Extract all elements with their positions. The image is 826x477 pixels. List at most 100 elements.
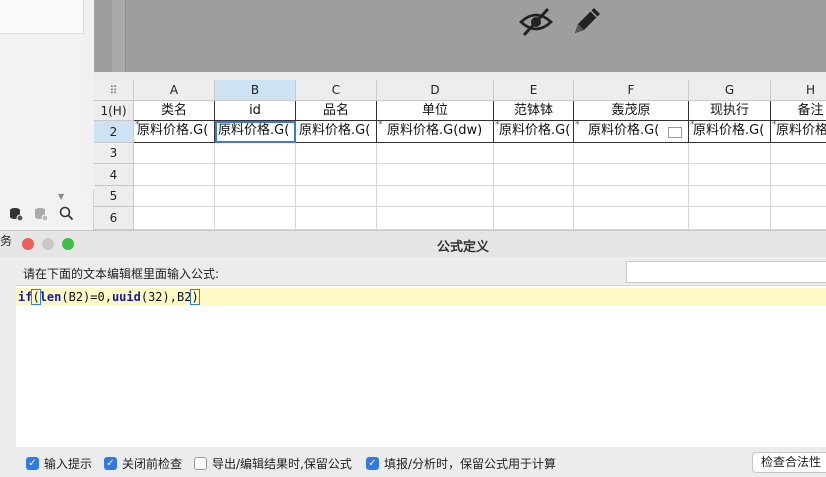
empty-cell[interactable] — [771, 143, 826, 164]
empty-cell[interactable] — [377, 207, 494, 230]
check-validity-button[interactable]: 检查合法性 — [752, 452, 826, 473]
header-cell[interactable]: id — [215, 101, 296, 121]
left-panel: ▼ — [0, 0, 94, 230]
checkbox-checked-icon[interactable]: ✓ — [366, 457, 379, 470]
empty-cell[interactable] — [494, 143, 574, 164]
empty-cell[interactable] — [296, 143, 377, 164]
function-search-input[interactable] — [626, 261, 826, 283]
empty-cell[interactable] — [689, 164, 771, 186]
empty-cell[interactable] — [215, 207, 296, 230]
empty-cell[interactable] — [377, 186, 494, 207]
empty-cell[interactable] — [771, 186, 826, 207]
header-cell[interactable]: 备注 — [771, 101, 826, 121]
column-header-e[interactable]: E — [494, 80, 574, 101]
empty-cell[interactable] — [377, 164, 494, 186]
checkbox-label: 导出/编辑结果时,保留公式 — [212, 457, 352, 471]
search-icon[interactable] — [59, 206, 74, 225]
cell-marker-icon: * — [690, 121, 695, 130]
empty-cell[interactable] — [296, 186, 377, 207]
empty-cell[interactable] — [574, 164, 689, 186]
cell-text: 原料价格.G(dw) — [387, 123, 483, 138]
formula-token: (B2)=0, — [61, 290, 112, 304]
formula-token: uuid — [111, 290, 141, 304]
checkbox-input-hint[interactable]: ✓ 输入提示 — [26, 455, 92, 472]
header-cell[interactable]: 类名 — [134, 101, 215, 121]
grid-corner[interactable]: ⠿ — [94, 80, 134, 101]
data-cell[interactable]: *原料价格.G — [771, 121, 826, 143]
left-panel-scrollbar[interactable] — [84, 0, 94, 190]
empty-cell[interactable] — [771, 164, 826, 186]
empty-cell[interactable] — [574, 207, 689, 230]
empty-cell[interactable] — [377, 143, 494, 164]
formula-token: len — [39, 290, 62, 304]
empty-cell[interactable] — [134, 207, 215, 230]
empty-cell[interactable] — [296, 164, 377, 186]
empty-cell[interactable] — [494, 186, 574, 207]
formula-editor[interactable]: if(len(B2)=0,uuid(32),B2) — [16, 285, 826, 447]
empty-cell[interactable] — [494, 207, 574, 230]
empty-cell[interactable] — [689, 186, 771, 207]
data-cell[interactable]: 原料价格.G( — [296, 121, 377, 143]
checkbox-keep-formula-export[interactable]: 导出/编辑结果时,保留公式 — [194, 455, 352, 472]
row-header-6[interactable]: 6 — [94, 207, 134, 230]
cell-marker-icon: * — [135, 121, 140, 130]
formula-token: ) — [190, 289, 200, 305]
column-header-f[interactable]: F — [574, 80, 689, 101]
database-settings-icon[interactable] — [8, 206, 24, 226]
dialog-titlebar[interactable]: 公式定义 — [0, 231, 826, 257]
column-header-a[interactable]: A — [134, 80, 215, 101]
formula-text-line[interactable]: if(len(B2)=0,uuid(32),B2) — [16, 288, 826, 306]
row-header-4[interactable]: 4 — [94, 164, 134, 186]
truncated-panel-label: 务 — [0, 234, 13, 248]
empty-cell[interactable] — [296, 207, 377, 230]
left-panel-top — [0, 0, 84, 34]
cell-marker-icon: * — [575, 121, 580, 130]
column-header-g[interactable]: G — [689, 80, 771, 101]
empty-cell[interactable] — [134, 143, 215, 164]
checkbox-unchecked-icon[interactable] — [194, 457, 207, 470]
data-cell[interactable]: * 原料价格.G( — [134, 121, 215, 143]
empty-cell[interactable] — [215, 143, 296, 164]
empty-cell[interactable] — [134, 164, 215, 186]
checkbox-checked-icon[interactable]: ✓ — [26, 457, 39, 470]
spreadsheet-grid: ⠿ A B C D E F G H 1(H) 2 3 4 5 6 类名 id 品… — [94, 80, 826, 230]
empty-cell[interactable] — [134, 186, 215, 207]
empty-cell[interactable] — [574, 186, 689, 207]
empty-cell[interactable] — [494, 164, 574, 186]
formula-token: (32),B2 — [140, 290, 192, 304]
checkbox-check-before-close[interactable]: ✓ 关闭前检查 — [104, 455, 182, 472]
column-header-c[interactable]: C — [296, 80, 377, 101]
empty-cell[interactable] — [689, 143, 771, 164]
checkbox-keep-formula-calc[interactable]: ✓ 填报/分析时，保留公式用于计算 — [366, 455, 556, 472]
empty-cell[interactable] — [215, 164, 296, 186]
row-header-2[interactable]: 2 — [94, 121, 134, 143]
cell-dropdown-icon[interactable] — [668, 127, 682, 138]
checkbox-checked-icon[interactable]: ✓ — [104, 457, 117, 470]
data-cell[interactable]: * 原料价格.G( — [574, 121, 689, 143]
empty-cell[interactable] — [574, 143, 689, 164]
database-icon[interactable] — [33, 206, 49, 226]
row-header-1[interactable]: 1(H) — [94, 101, 134, 121]
column-header-d[interactable]: D — [377, 80, 494, 101]
data-cell[interactable]: * 原料价格.G(dw) — [377, 121, 494, 143]
header-cell[interactable]: 单位 — [377, 101, 494, 121]
row-header-5[interactable]: 5 — [94, 186, 134, 207]
pencil-icon[interactable] — [570, 4, 604, 41]
row-header-3[interactable]: 3 — [94, 143, 134, 164]
header-cell[interactable]: 现执行 — [689, 101, 771, 121]
empty-cell[interactable] — [689, 207, 771, 230]
column-header-b[interactable]: B — [215, 80, 296, 101]
formula-token: ( — [31, 289, 41, 305]
empty-cell[interactable] — [215, 186, 296, 207]
checkbox-label: 填报/分析时，保留公式用于计算 — [384, 457, 557, 471]
design-canvas — [94, 0, 826, 72]
selected-data-cell[interactable]: 原料价格.G( — [215, 121, 296, 143]
header-cell[interactable]: 品名 — [296, 101, 377, 121]
eye-slash-icon[interactable] — [518, 6, 554, 41]
data-cell[interactable]: * 原料价格.G( — [689, 121, 771, 143]
empty-cell[interactable] — [771, 207, 826, 230]
header-cell[interactable]: 轰茂原 — [574, 101, 689, 121]
column-header-h[interactable]: H — [771, 80, 826, 101]
header-cell[interactable]: 范钵钵 — [494, 101, 574, 121]
data-cell[interactable]: * 原料价格.G( — [494, 121, 574, 143]
